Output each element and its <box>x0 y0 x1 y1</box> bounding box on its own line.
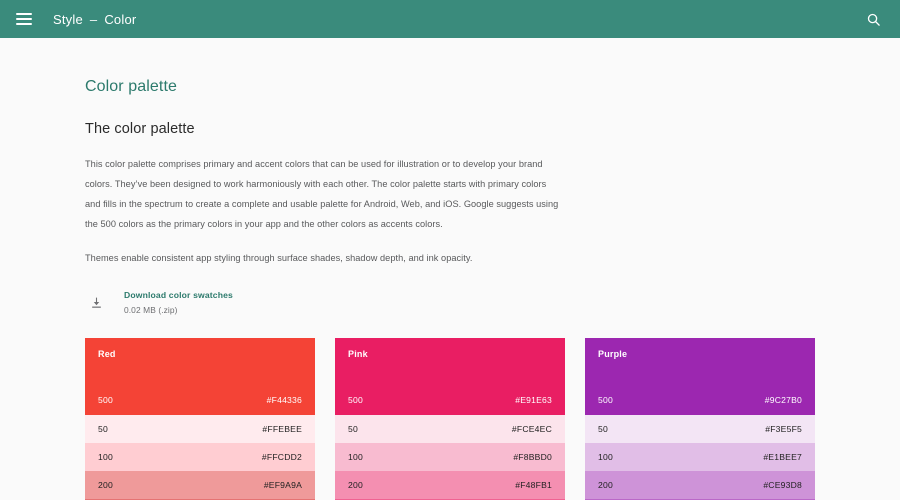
shade-hex: #FCE4EC <box>511 424 552 434</box>
palette-card-red[interactable]: Red 500 #F44336 50 #FFEBEE 100 #FFCDD2 2… <box>85 338 315 500</box>
shade-row[interactable]: 50 #FCE4EC <box>335 415 565 443</box>
palette-header-pink[interactable]: Pink 500 #E91E63 <box>335 338 565 415</box>
palette-name: Red <box>98 349 116 359</box>
shade-label: 50 <box>98 424 108 434</box>
download-text-group: Download color swatches 0.02 MB (.zip) <box>124 290 233 315</box>
palette-card-pink[interactable]: Pink 500 #E91E63 50 #FCE4EC 100 #F8BBD0 … <box>335 338 565 500</box>
shade-label: 200 <box>98 480 113 490</box>
shade-label: 200 <box>348 480 363 490</box>
shade-label: 50 <box>598 424 608 434</box>
palette-row: Red 500 #F44336 50 #FFEBEE 100 #FFCDD2 2… <box>85 338 900 500</box>
shade-row[interactable]: 50 #F3E5F5 <box>585 415 815 443</box>
palette-header-purple[interactable]: Purple 500 #9C27B0 <box>585 338 815 415</box>
shade-row[interactable]: 100 #E1BEE7 <box>585 443 815 471</box>
shade-label: 100 <box>348 452 363 462</box>
shade-row[interactable]: 100 #FFCDD2 <box>85 443 315 471</box>
palette-primary-shade: 500 <box>598 395 613 405</box>
breadcrumb-separator: – <box>89 11 98 27</box>
palette-primary-shade: 500 <box>348 395 363 405</box>
shade-hex: #CE93D8 <box>763 480 802 490</box>
palette-primary-row: 500 #F44336 <box>98 395 302 405</box>
breadcrumb: Style – Color <box>53 12 136 27</box>
shade-label: 100 <box>598 452 613 462</box>
shade-hex: #E1BEE7 <box>763 452 802 462</box>
palette-name: Purple <box>598 349 628 359</box>
breadcrumb-style[interactable]: Style <box>53 12 83 27</box>
palette-primary-row: 500 #E91E63 <box>348 395 552 405</box>
shade-row[interactable]: 200 #EF9A9A <box>85 471 315 499</box>
hamburger-menu-icon[interactable] <box>10 5 38 33</box>
menu-line-1 <box>16 13 32 15</box>
shade-label: 200 <box>598 480 613 490</box>
search-icon[interactable] <box>860 6 886 32</box>
page-title: Color palette <box>85 78 178 95</box>
shade-row[interactable]: 50 #FFEBEE <box>85 415 315 443</box>
shade-hex: #F48FB1 <box>515 480 552 490</box>
menu-line-3 <box>16 23 32 25</box>
palette-primary-hex: #E91E63 <box>515 395 552 405</box>
app-bar: Style – Color <box>0 0 900 38</box>
themes-paragraph: Themes enable consistent app styling thr… <box>85 253 473 263</box>
palette-primary-shade: 500 <box>98 395 113 405</box>
breadcrumb-color[interactable]: Color <box>104 12 136 27</box>
download-color-swatches-link[interactable]: Download color swatches <box>124 290 233 300</box>
download-icon <box>85 291 107 313</box>
shade-hex: #FFCDD2 <box>261 452 302 462</box>
shade-hex: #EF9A9A <box>263 480 302 490</box>
palette-name: Pink <box>348 349 368 359</box>
menu-line-2 <box>16 18 32 20</box>
section-title: The color palette <box>85 121 195 137</box>
shade-row[interactable]: 200 #F48FB1 <box>335 471 565 499</box>
palette-primary-row: 500 #9C27B0 <box>598 395 802 405</box>
download-file-size: 0.02 MB (.zip) <box>124 305 178 315</box>
palette-primary-hex: #9C27B0 <box>764 395 802 405</box>
shade-hex: #F3E5F5 <box>765 424 802 434</box>
palette-header-red[interactable]: Red 500 #F44336 <box>85 338 315 415</box>
palette-card-purple[interactable]: Purple 500 #9C27B0 50 #F3E5F5 100 #E1BEE… <box>585 338 815 500</box>
shade-hex: #F8BBD0 <box>513 452 552 462</box>
download-row[interactable]: Download color swatches 0.02 MB (.zip) <box>85 290 900 315</box>
intro-paragraph: This color palette comprises primary and… <box>85 159 559 229</box>
shade-row[interactable]: 200 #CE93D8 <box>585 471 815 499</box>
shade-hex: #FFEBEE <box>262 424 302 434</box>
palette-primary-hex: #F44336 <box>266 395 302 405</box>
shade-row[interactable]: 100 #F8BBD0 <box>335 443 565 471</box>
page-content: Color palette The color palette This col… <box>0 78 900 500</box>
shade-label: 50 <box>348 424 358 434</box>
shade-label: 100 <box>98 452 113 462</box>
